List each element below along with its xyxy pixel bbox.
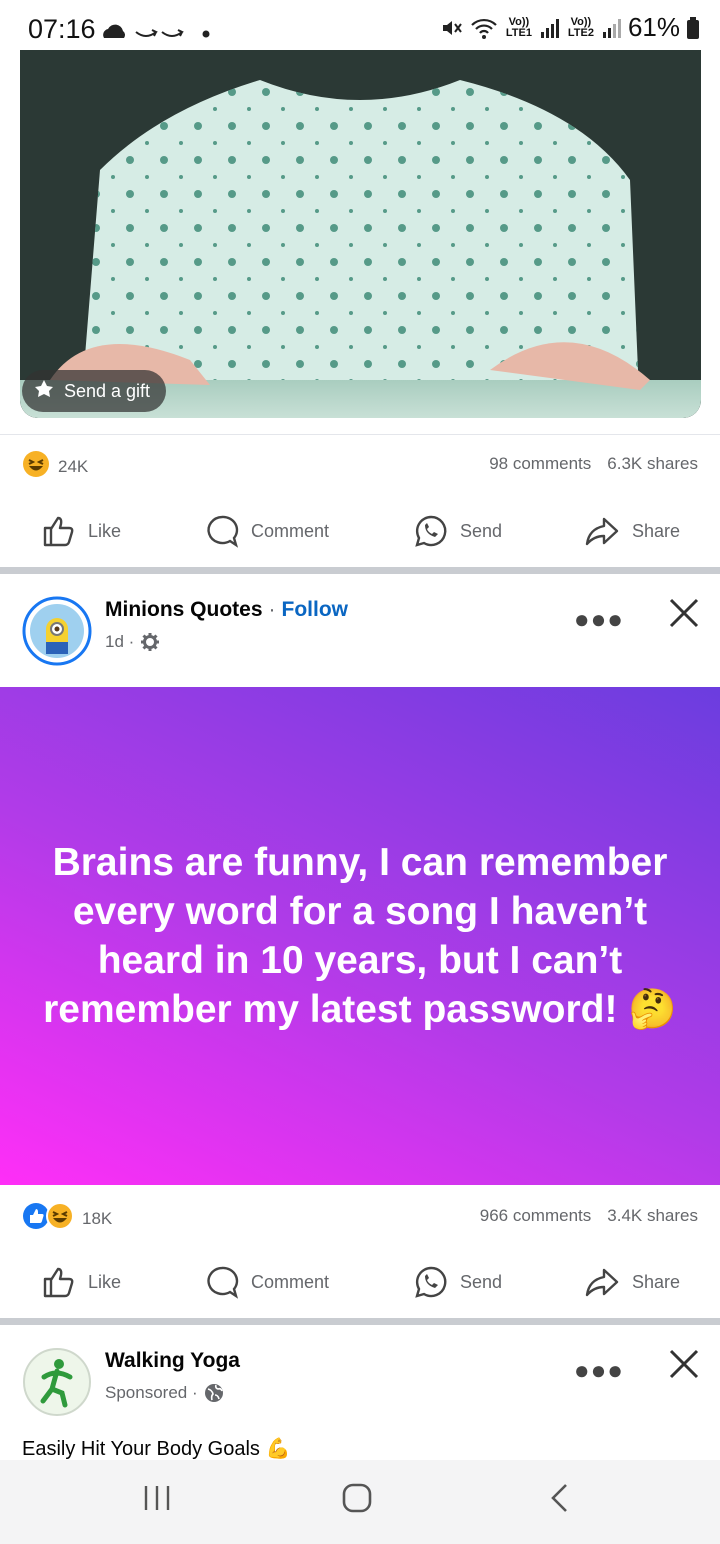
like-button[interactable]: Like xyxy=(42,514,121,548)
post-time[interactable]: 1d · xyxy=(105,632,134,652)
page-name-text[interactable]: Minions Quotes xyxy=(105,598,263,622)
comment-label: Comment xyxy=(251,520,330,541)
follow-button[interactable]: Follow xyxy=(282,598,349,622)
share-icon xyxy=(585,1268,619,1297)
page-name-text[interactable]: Walking Yoga xyxy=(105,1349,240,1373)
post-separator xyxy=(0,567,720,574)
wifi-icon xyxy=(471,18,497,39)
send-label: Send xyxy=(460,1271,503,1292)
battery-percent: 61% xyxy=(627,12,680,42)
mute-icon xyxy=(442,20,462,35)
gift-icon xyxy=(32,378,56,405)
share-button[interactable]: Share xyxy=(584,1265,680,1299)
page-name[interactable]: Walking Yoga xyxy=(105,1349,240,1373)
post3-header: Walking Yoga Sponsored · ●●● xyxy=(0,1347,720,1437)
status-notification-icons xyxy=(100,16,220,49)
send-gift-label: Send a gift xyxy=(64,380,151,401)
comment-button[interactable]: Comment xyxy=(205,514,329,548)
comments-count[interactable]: 966 comments xyxy=(480,1206,592,1226)
globe-icon xyxy=(204,1384,223,1402)
share-icon xyxy=(585,517,619,546)
haha-reaction-icon xyxy=(46,1202,74,1235)
post-meta: Sponsored · xyxy=(105,1383,224,1403)
signal-icon xyxy=(602,18,621,38)
advertiser-avatar[interactable] xyxy=(22,1347,92,1417)
sponsored-label[interactable]: Sponsored · xyxy=(105,1383,198,1403)
post-separator xyxy=(0,1318,720,1325)
comment-label: Comment xyxy=(251,1271,330,1292)
page-name[interactable]: Minions Quotes · Follow xyxy=(105,598,348,622)
whatsapp-icon xyxy=(415,515,447,547)
like-label: Like xyxy=(88,520,122,541)
reaction-count[interactable]: 18K xyxy=(82,1209,112,1229)
reaction-count[interactable]: 24K xyxy=(58,457,88,477)
like-button[interactable]: Like xyxy=(42,1265,121,1299)
status-time: 07:16 xyxy=(28,14,96,44)
haha-reaction-icon xyxy=(22,450,50,483)
post-quote-text: Brains are funny, I can remember every w… xyxy=(43,841,677,1031)
comment-icon xyxy=(207,515,239,548)
post-image[interactable] xyxy=(20,50,701,418)
send-label: Send xyxy=(460,520,503,541)
shares-count[interactable]: 6.3K shares xyxy=(607,454,698,474)
network-label-1: Vo)) LTE1 xyxy=(505,15,532,39)
ad-headline: Easily Hit Your Body Goals 💪 xyxy=(22,1438,291,1460)
battery-icon xyxy=(687,16,699,39)
close-icon[interactable] xyxy=(668,596,700,636)
gear-icon xyxy=(141,633,160,651)
like-label: Like xyxy=(88,1271,122,1292)
send-gift-button[interactable]: Send a gift xyxy=(22,370,167,412)
post2-header: Minions Quotes · Follow 1d · ●●● xyxy=(0,596,720,686)
like-icon xyxy=(43,1267,74,1298)
like-icon xyxy=(43,516,74,547)
share-button[interactable]: Share xyxy=(584,514,680,548)
post2-actions: Like Comment Send Share xyxy=(0,1253,720,1313)
send-button[interactable]: Send xyxy=(414,1265,502,1299)
send-button[interactable]: Send xyxy=(414,514,502,548)
post1-actions: Like Comment Send Share xyxy=(0,502,720,562)
system-nav-bar xyxy=(0,1460,720,1544)
post1-stats: 24K 98 comments 6.3K shares xyxy=(0,444,720,484)
more-options-icon[interactable]: ●●● xyxy=(574,604,624,635)
share-label: Share xyxy=(632,520,681,541)
text-post-background[interactable]: Brains are funny, I can remember every w… xyxy=(0,687,720,1185)
more-options-icon[interactable]: ●●● xyxy=(574,1355,624,1386)
comment-icon xyxy=(207,1266,239,1299)
signal-icon xyxy=(540,18,559,38)
comments-count[interactable]: 98 comments xyxy=(489,454,591,474)
whatsapp-icon xyxy=(415,1266,447,1298)
status-system-icons: Vo)) LTE1 Vo)) LTE2 61% xyxy=(440,12,700,43)
shares-count[interactable]: 3.4K shares xyxy=(607,1206,698,1226)
name-separator: · xyxy=(268,598,276,621)
post-meta: 1d · xyxy=(105,632,160,652)
network-label-2: Vo)) LTE2 xyxy=(567,15,594,39)
home-button[interactable] xyxy=(341,1482,373,1519)
share-label: Share xyxy=(632,1271,681,1292)
close-icon[interactable] xyxy=(668,1347,700,1387)
page-avatar[interactable] xyxy=(22,596,92,666)
back-button[interactable] xyxy=(548,1482,572,1519)
comment-button[interactable]: Comment xyxy=(205,1265,329,1299)
divider xyxy=(0,434,720,435)
recent-apps-button[interactable] xyxy=(143,1482,171,1519)
post2-stats: 18K 966 comments 3.4K shares xyxy=(0,1196,720,1236)
